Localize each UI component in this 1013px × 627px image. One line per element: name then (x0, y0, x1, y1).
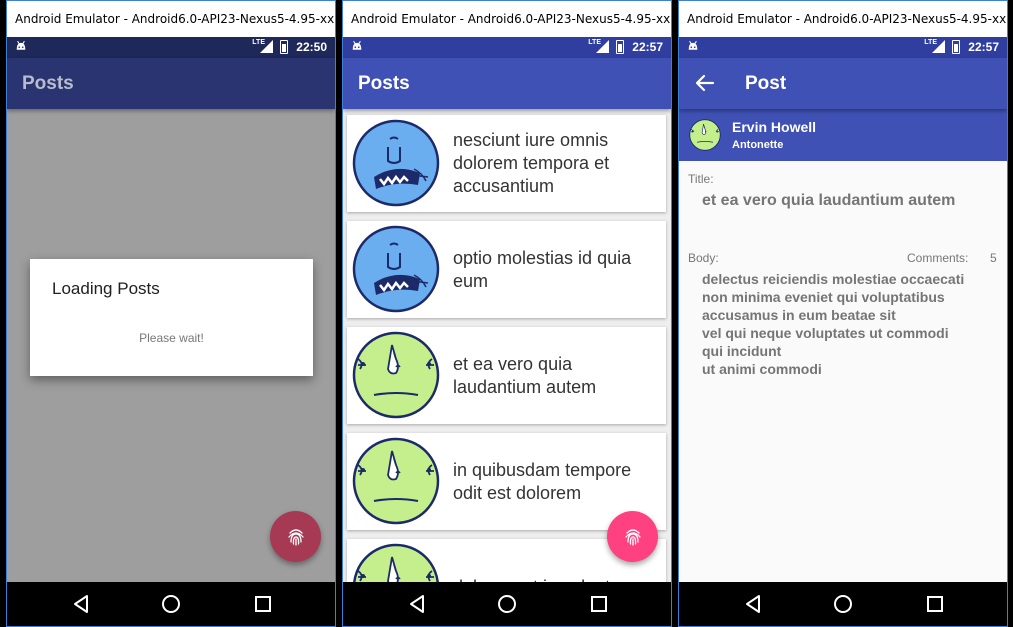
nav-home-icon[interactable] (831, 592, 855, 616)
nav-back-icon[interactable] (69, 592, 93, 616)
status-clock: 22:50 (296, 40, 327, 54)
post-title: nesciunt iure omnis dolorem tempora et a… (453, 130, 610, 196)
status-clock: 22:57 (968, 40, 999, 54)
nav-recent-icon[interactable] (587, 592, 611, 616)
loading-dialog: Loading Posts Please wait! (30, 259, 313, 376)
post-detail: Title: et ea vero quia laudantium autem … (679, 161, 1007, 582)
post-title: optio molestias id quia eum (453, 247, 632, 291)
nav-bar (343, 582, 671, 626)
app-bar: Posts (343, 58, 671, 109)
page-title: Posts (22, 73, 74, 94)
battery-icon (616, 40, 624, 54)
body-line: vel qui neque voluptates ut commodi (702, 325, 949, 341)
green-monster-avatar (352, 331, 440, 419)
emulator-window-loading: Android Emulator - Android6.0-API23-Nexu… (6, 0, 336, 627)
post-title: et ea vero quia laudantium autem (702, 192, 956, 209)
body-line: non minima eveniet qui voluptatibus (702, 289, 945, 305)
dialog-message: Please wait! (139, 331, 204, 345)
body-line: qui incidunt (702, 343, 782, 359)
title-label: Title: (688, 172, 714, 186)
app-bar: Post (679, 58, 1007, 109)
status-bar: LTE 22:50 (7, 37, 335, 58)
signal-icon (932, 40, 945, 53)
fingerprint-icon (623, 527, 643, 547)
post-list[interactable]: nesciunt iure omnis dolorem tempora et a… (343, 109, 671, 582)
window-title: Android Emulator - Android6.0-API23-Nexu… (343, 1, 671, 37)
body-line: accusamus in eum beatae sit (702, 307, 896, 323)
nav-bar (679, 582, 1007, 626)
fingerprint-fab[interactable] (607, 511, 658, 562)
green-monster-avatar (352, 543, 440, 582)
status-bar: LTE 22:57 (679, 37, 1007, 58)
emulator-window-post-detail: Android Emulator - Android6.0-API23-Nexu… (678, 0, 1008, 627)
app-bar: Posts (7, 58, 335, 109)
android-debug-icon (351, 40, 363, 51)
arrow-back-icon[interactable] (694, 72, 716, 94)
post-title: et ea vero quia laudantium autem (453, 353, 597, 397)
fingerprint-fab[interactable] (270, 511, 321, 562)
android-debug-icon (15, 40, 27, 51)
page-title: Post (745, 73, 787, 94)
emulator-window-posts: Android Emulator - Android6.0-API23-Nexu… (342, 0, 672, 627)
status-clock: 22:57 (632, 40, 663, 54)
window-title: Android Emulator - Android6.0-API23-Nexu… (679, 1, 1007, 37)
nav-back-icon[interactable] (405, 592, 429, 616)
author-username: Antonette (732, 139, 784, 151)
dialog-title: Loading Posts (52, 279, 160, 298)
blue-monster-avatar (352, 119, 440, 207)
post-body: delectus reiciendis molestiae occaecati … (702, 270, 964, 378)
body-line: delectus reiciendis molestiae occaecati (702, 271, 965, 287)
page-title: Posts (358, 73, 410, 94)
post-card[interactable]: et ea vero quia laudantium autem (347, 327, 666, 424)
android-debug-icon (687, 40, 699, 51)
comments-label[interactable]: Comments: (907, 251, 968, 265)
blue-monster-avatar (352, 225, 440, 313)
battery-icon (952, 40, 960, 54)
comments-count[interactable]: 5 (990, 251, 997, 265)
nav-recent-icon[interactable] (251, 592, 275, 616)
nav-home-icon[interactable] (495, 592, 519, 616)
author-name: Ervin Howell (732, 119, 817, 135)
post-card[interactable]: nesciunt iure omnis dolorem tempora et a… (347, 115, 666, 212)
body-line: ut animi commodi (702, 361, 822, 377)
nav-back-icon[interactable] (741, 592, 765, 616)
green-monster-avatar (689, 119, 721, 151)
nav-home-icon[interactable] (159, 592, 183, 616)
green-monster-avatar (352, 437, 440, 525)
battery-icon (280, 40, 288, 54)
nav-recent-icon[interactable] (923, 592, 947, 616)
nav-bar (7, 582, 335, 626)
signal-icon (596, 40, 609, 53)
window-title: Android Emulator - Android6.0-API23-Nexu… (7, 1, 335, 37)
dimmed-content: Loading Posts Please wait! (7, 109, 335, 582)
body-label: Body: (688, 251, 719, 265)
status-bar: LTE 22:57 (343, 37, 671, 58)
signal-icon (260, 40, 273, 53)
author-header: Ervin Howell Antonette (679, 109, 1007, 161)
post-card[interactable]: optio molestias id quia eum (347, 221, 666, 318)
fingerprint-icon (286, 527, 306, 547)
